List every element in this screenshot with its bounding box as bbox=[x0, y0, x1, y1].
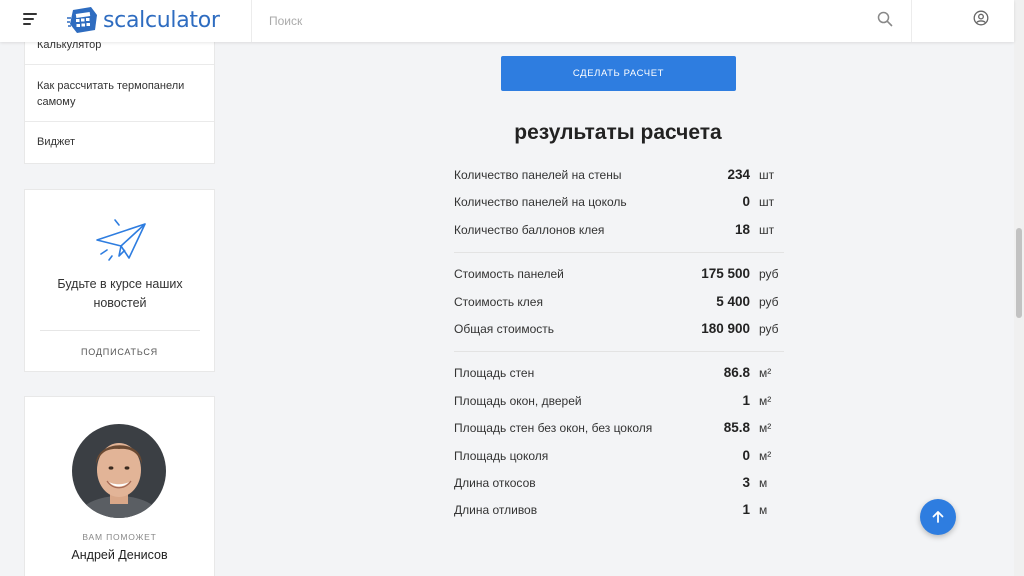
result-value: 5 400 bbox=[716, 293, 750, 309]
result-row: Площадь стен 86.8 м² bbox=[454, 360, 784, 387]
subscribe-link[interactable]: ПОДПИСАТЬСЯ bbox=[25, 347, 214, 357]
result-label: Длина отливов bbox=[454, 503, 538, 518]
results-group-areas: Площадь стен 86.8 м² Площадь окон, двере… bbox=[454, 352, 784, 524]
result-unit: шт bbox=[759, 195, 775, 210]
result-value: 180 900 bbox=[701, 320, 750, 336]
result-row: Площадь стен без окон, без цоколя 85.8 м… bbox=[454, 415, 784, 442]
sidebar-nav: Калькулятор Как рассчитать термопанели с… bbox=[24, 28, 215, 164]
logo-icon bbox=[67, 7, 97, 33]
paper-plane-icon bbox=[96, 219, 146, 261]
scrollbar-thumb[interactable] bbox=[1016, 228, 1022, 318]
result-value: 85.8 bbox=[723, 420, 750, 436]
result-unit: м² bbox=[759, 448, 772, 463]
results-table: Количество панелей на стены 234 шт Колич… bbox=[454, 162, 784, 525]
result-label: Площадь стен bbox=[454, 366, 535, 381]
result-unit: м bbox=[759, 503, 768, 518]
search-bar bbox=[251, 0, 912, 42]
result-label: Площадь стен без окон, без цоколя bbox=[454, 421, 653, 436]
result-row: Стоимость панелей 175 500 руб bbox=[454, 261, 784, 288]
page-scrollbar[interactable] bbox=[1014, 0, 1024, 576]
result-unit: руб bbox=[759, 267, 779, 282]
result-label: Количество панелей на цоколь bbox=[454, 195, 627, 210]
result-value: 0 bbox=[742, 194, 750, 210]
helper-card: ВАМ ПОМОЖЕТ Андрей Денисов bbox=[24, 396, 215, 576]
result-label: Площадь цоколя bbox=[454, 448, 549, 463]
result-unit: руб bbox=[759, 321, 779, 336]
helper-name: Андрей Денисов bbox=[71, 548, 168, 562]
logo-text: scalculator bbox=[103, 7, 220, 33]
menu-icon[interactable] bbox=[23, 13, 37, 25]
divider bbox=[40, 330, 200, 331]
results-title: результаты расчета bbox=[514, 121, 722, 144]
result-label: Стоимость клея bbox=[454, 294, 543, 309]
results-group-costs: Стоимость панелей 175 500 руб Стоимость … bbox=[454, 253, 784, 353]
result-unit: м² bbox=[759, 421, 772, 436]
sidebar-item-widget[interactable]: Виджет bbox=[25, 122, 214, 164]
helper-label: ВАМ ПОМОЖЕТ bbox=[82, 532, 157, 542]
user-icon[interactable] bbox=[973, 10, 989, 26]
result-row: Длина откосов 3 м bbox=[454, 470, 784, 497]
result-value: 234 bbox=[727, 167, 750, 182]
calculate-button[interactable]: СДЕЛАТЬ РАСЧЕТ bbox=[501, 56, 736, 91]
subscribe-text: Будьте в курсе наших новостей bbox=[57, 277, 183, 310]
result-label: Площадь окон, дверей bbox=[454, 393, 582, 408]
result-row: Длина отливов 1 м bbox=[454, 497, 784, 524]
result-label: Общая стоимость bbox=[454, 321, 554, 336]
result-value: 0 bbox=[742, 447, 750, 463]
arrow-up-icon bbox=[932, 511, 944, 523]
result-value: 3 bbox=[742, 474, 750, 490]
result-value: 175 500 bbox=[701, 266, 750, 282]
subscribe-card: Будьте в курсе наших новостей ПОДПИСАТЬС… bbox=[24, 189, 215, 372]
search-icon[interactable] bbox=[877, 11, 893, 27]
result-row: Количество баллонов клея 18 шт bbox=[454, 217, 784, 244]
result-value: 1 bbox=[742, 392, 750, 408]
result-value: 1 bbox=[742, 502, 750, 518]
result-unit: руб bbox=[759, 294, 779, 309]
result-row: Количество панелей на стены 234 шт bbox=[454, 162, 784, 189]
result-label: Длина откосов bbox=[454, 475, 536, 490]
result-unit: шт bbox=[759, 168, 775, 182]
result-row: Количество панелей на цоколь 0 шт bbox=[454, 189, 784, 216]
result-unit: м² bbox=[759, 366, 772, 381]
result-value: 18 bbox=[734, 221, 750, 237]
logo[interactable]: scalculator bbox=[67, 4, 220, 36]
sidebar-item-how-to-calculate[interactable]: Как рассчитать термопанели самому bbox=[25, 65, 214, 122]
result-unit: м² bbox=[759, 393, 772, 408]
result-label: Количество баллонов клея bbox=[454, 222, 605, 237]
result-row: Стоимость клея 5 400 руб bbox=[454, 289, 784, 316]
avatar bbox=[72, 424, 166, 518]
search-input[interactable] bbox=[269, 10, 849, 32]
scroll-to-top-button[interactable] bbox=[920, 499, 956, 535]
result-row: Площадь окон, дверей 1 м² bbox=[454, 388, 784, 415]
result-label: Количество панелей на стены bbox=[454, 168, 622, 182]
result-unit: м bbox=[759, 475, 768, 490]
result-row: Общая стоимость 180 900 руб bbox=[454, 316, 784, 343]
result-row: Площадь цоколя 0 м² bbox=[454, 443, 784, 470]
result-value: 86.8 bbox=[723, 365, 750, 381]
results-group-quantities: Количество панелей на стены 234 шт Колич… bbox=[454, 162, 784, 254]
result-label: Стоимость панелей bbox=[454, 267, 564, 282]
result-unit: шт bbox=[759, 222, 775, 237]
header: scalculator bbox=[0, 0, 1014, 42]
